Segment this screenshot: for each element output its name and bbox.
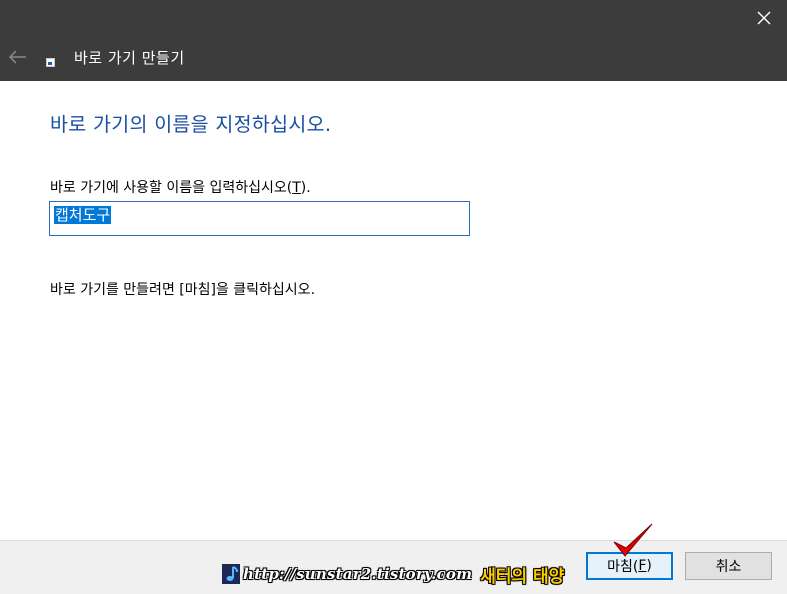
name-prompt-text-end: ). bbox=[300, 180, 311, 196]
checkmark-icon bbox=[613, 523, 653, 557]
close-icon bbox=[757, 11, 771, 25]
shortcut-name-value: 캡처도구 bbox=[54, 206, 112, 224]
window-title: 바로 가기 만들기 bbox=[74, 49, 185, 67]
watermark: http://sunstar2.tistory.com 새터의 태양 bbox=[222, 563, 565, 587]
title-bar: 바로 가기 만들기 bbox=[0, 0, 787, 81]
shortcut-name-input[interactable]: 캡처도구 bbox=[49, 201, 470, 236]
watermark-name: 새터의 태양 bbox=[480, 566, 565, 587]
back-button[interactable] bbox=[4, 44, 32, 70]
name-prompt-label: 바로 가기에 사용할 이름을 입력하십시오(T). bbox=[50, 177, 311, 197]
shortcut-wizard-icon bbox=[46, 58, 55, 67]
finish-access-key: F bbox=[638, 558, 647, 574]
back-arrow-icon bbox=[9, 50, 26, 64]
close-button[interactable] bbox=[741, 0, 787, 36]
finish-label-end: ) bbox=[646, 558, 652, 574]
name-prompt-access-key: T bbox=[292, 180, 301, 196]
page-heading: 바로 가기의 이름을 지정하십시오. bbox=[50, 113, 332, 136]
finish-instruction: 바로 가기를 만들려면 [마침]을 클릭하십시오. bbox=[50, 282, 316, 298]
watermark-url: http://sunstar2.tistory.com bbox=[243, 565, 473, 583]
music-note-icon bbox=[222, 564, 240, 584]
name-prompt-text: 바로 가기에 사용할 이름을 입력하십시오( bbox=[50, 180, 293, 196]
cancel-button[interactable]: 취소 bbox=[685, 552, 772, 580]
